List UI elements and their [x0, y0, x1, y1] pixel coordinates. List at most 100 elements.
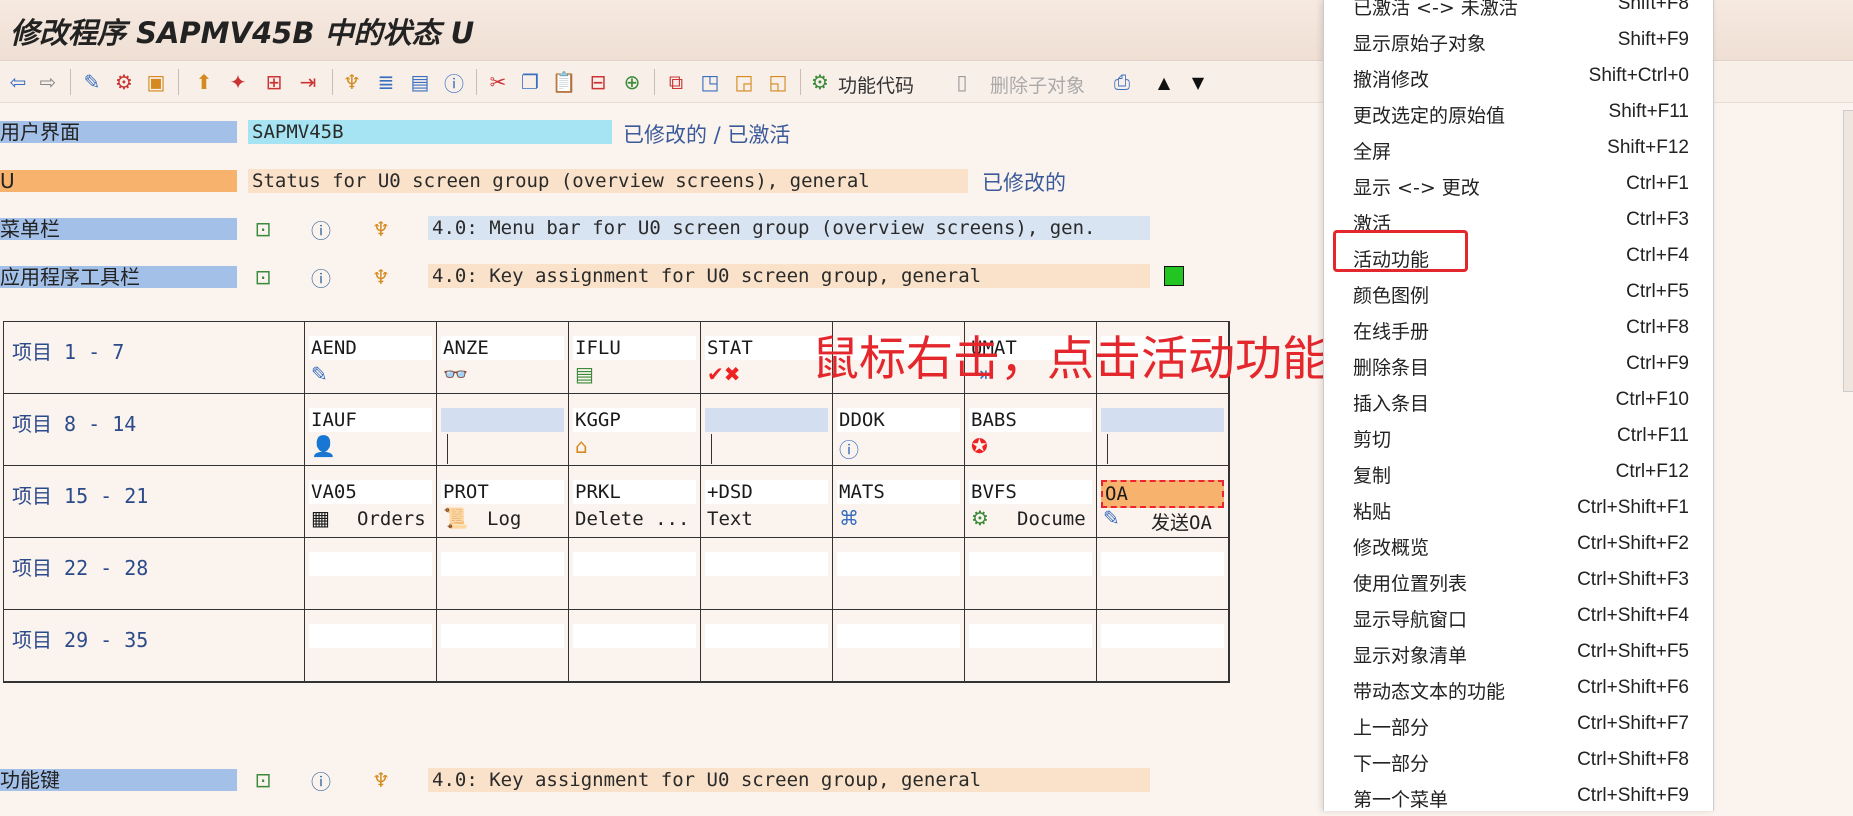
function-code-field[interactable]: [441, 624, 564, 648]
hierarchy-icon[interactable]: ♆: [368, 264, 394, 290]
arrow-down-icon[interactable]: ▼: [1186, 70, 1210, 94]
function-code-field[interactable]: [309, 624, 432, 648]
context-menu-item[interactable]: 删除条目 Ctrl+F9: [1324, 348, 1713, 384]
active-inactive-icon[interactable]: ⚙: [112, 70, 136, 94]
function-code-field[interactable]: KGGP: [573, 408, 696, 432]
grid-cell[interactable]: [965, 610, 1097, 682]
function-code-field[interactable]: [309, 552, 432, 576]
grid-cell[interactable]: IAUF 👤: [305, 394, 437, 466]
grid-cell[interactable]: OA ✎ 发送OA: [1097, 466, 1229, 538]
grid-cell[interactable]: IFLU ▤: [569, 322, 701, 394]
new-object-icon[interactable]: ⊡: [250, 216, 276, 242]
grid-cell[interactable]: [1097, 610, 1229, 682]
grid-cell[interactable]: PROT 📜 Log: [437, 466, 569, 538]
context-menu-item[interactable]: 粘贴 Ctrl+Shift+F1: [1324, 492, 1713, 528]
function-code-field[interactable]: [705, 408, 828, 432]
function-code-field-selected[interactable]: OA: [1101, 480, 1224, 508]
cut-icon[interactable]: ✂: [486, 70, 510, 94]
context-menu-item[interactable]: 剪切 Ctrl+F11: [1324, 420, 1713, 456]
window-icon[interactable]: ◳: [698, 70, 722, 94]
function-code-field[interactable]: [573, 552, 696, 576]
test-icon[interactable]: ⇥: [296, 70, 320, 94]
context-menu-item[interactable]: 显示导航窗口 Ctrl+Shift+F4: [1324, 600, 1713, 636]
grid-cell[interactable]: [305, 538, 437, 610]
grid-cell[interactable]: VA05 ▦ Orders: [305, 466, 437, 538]
printer-icon[interactable]: ⎙: [1110, 70, 1134, 94]
info-icon[interactable]: ⓘ: [442, 70, 466, 96]
grid-cell[interactable]: DDOK ⓘ: [833, 394, 965, 466]
context-menu-item[interactable]: 撤消修改 Shift+Ctrl+0: [1324, 60, 1713, 96]
function-code-field[interactable]: [441, 552, 564, 576]
function-code-field[interactable]: VA05: [309, 480, 432, 504]
context-menu-item[interactable]: 在线手册 Ctrl+F8: [1324, 312, 1713, 348]
where-used-icon[interactable]: ⊞: [262, 70, 286, 94]
grid-cell[interactable]: [437, 610, 569, 682]
function-code-field[interactable]: [1101, 552, 1224, 576]
hierarchy-icon[interactable]: ♆: [340, 70, 364, 94]
function-code-field[interactable]: [705, 624, 828, 648]
context-menu-item[interactable]: 已激活 <-> 未激活 Shift+F8: [1324, 0, 1713, 24]
context-menu-item[interactable]: 显示原始子对象 Shift+F9: [1324, 24, 1713, 60]
other-object-icon[interactable]: ▣: [144, 70, 168, 94]
program-name-field[interactable]: SAPMV45B: [248, 120, 612, 144]
grid-cell[interactable]: [965, 538, 1097, 610]
function-code-field[interactable]: [1101, 408, 1224, 432]
function-code-field[interactable]: IFLU: [573, 336, 696, 360]
app-toolbar-field[interactable]: 4.0: Key assignment for U0 screen group,…: [428, 264, 1150, 288]
function-code-field[interactable]: IAUF: [309, 408, 432, 432]
function-code-field[interactable]: +DSD: [705, 480, 828, 504]
context-menu-item[interactable]: 插入条目 Ctrl+F10: [1324, 384, 1713, 420]
context-menu-item[interactable]: 下一部分 Ctrl+Shift+F8: [1324, 744, 1713, 780]
function-code-field[interactable]: MATS: [837, 480, 960, 504]
grid-cell[interactable]: [833, 538, 965, 610]
hierarchy-icon[interactable]: ♆: [368, 216, 394, 242]
back-arrow-icon[interactable]: ⇦: [6, 70, 30, 94]
grid-cell[interactable]: ANZE 👓: [437, 322, 569, 394]
function-code-field[interactable]: STAT: [705, 336, 828, 360]
function-code-icon[interactable]: ⚙: [808, 70, 832, 94]
function-code-field[interactable]: [705, 552, 828, 576]
grid-cell[interactable]: [701, 394, 833, 466]
copy-icon[interactable]: ❐: [518, 70, 542, 94]
grid-cell[interactable]: AEND ✎: [305, 322, 437, 394]
function-code-field[interactable]: PROT: [441, 480, 564, 504]
info-icon[interactable]: ⓘ: [308, 216, 334, 243]
context-menu-item[interactable]: 显示 <-> 更改 Ctrl+F1: [1324, 168, 1713, 204]
function-code-field[interactable]: [1101, 624, 1224, 648]
function-code-field[interactable]: AEND: [309, 336, 432, 360]
grid-cell[interactable]: PRKL Delete ...: [569, 466, 701, 538]
info-icon[interactable]: ⓘ: [308, 767, 334, 794]
grid-cell[interactable]: [437, 394, 569, 466]
grid-cell[interactable]: [437, 538, 569, 610]
grid-cell[interactable]: BVFS ⚙ Docume: [965, 466, 1097, 538]
forward-arrow-icon[interactable]: ⇨: [36, 70, 60, 94]
activate-icon[interactable]: ✦: [226, 70, 250, 94]
grid-cell[interactable]: +DSD Text: [701, 466, 833, 538]
function-code-field[interactable]: PRKL: [573, 480, 696, 504]
function-code-field[interactable]: [441, 408, 564, 432]
grid-cell[interactable]: KGGP ⌂: [569, 394, 701, 466]
function-code-field[interactable]: [837, 624, 960, 648]
context-menu-item[interactable]: 全屏 Shift+F12: [1324, 132, 1713, 168]
grid-cell[interactable]: [701, 610, 833, 682]
document-icon[interactable]: ▯: [950, 70, 974, 94]
delete-subobject-button[interactable]: 删除子对象: [990, 71, 1085, 98]
function-code-field[interactable]: [837, 552, 960, 576]
function-code-field[interactable]: [969, 552, 1092, 576]
function-code-field[interactable]: DDOK: [837, 408, 960, 432]
function-code-field[interactable]: ANZE: [441, 336, 564, 360]
function-code-button[interactable]: 功能代码: [838, 71, 914, 98]
context-menu-item[interactable]: 带动态文本的功能 Ctrl+Shift+F6: [1324, 672, 1713, 708]
insert-entry-icon[interactable]: ⊕: [620, 70, 644, 94]
grid-cell[interactable]: MATS ⌘: [833, 466, 965, 538]
context-menu-item[interactable]: 复制 Ctrl+F12: [1324, 456, 1713, 492]
table-icon[interactable]: ▤: [408, 70, 432, 94]
expand-icon[interactable]: ⧉: [664, 70, 688, 94]
grid-cell[interactable]: [833, 610, 965, 682]
paste-icon[interactable]: 📋: [552, 70, 577, 94]
context-menu-item[interactable]: 更改选定的原始值 Shift+F11: [1324, 96, 1713, 132]
grid-cell[interactable]: [569, 610, 701, 682]
arrow-up-icon[interactable]: ▲: [1152, 70, 1176, 94]
function-code-field[interactable]: [573, 624, 696, 648]
menubar-field[interactable]: 4.0: Menu bar for U0 screen group (overv…: [428, 216, 1150, 240]
